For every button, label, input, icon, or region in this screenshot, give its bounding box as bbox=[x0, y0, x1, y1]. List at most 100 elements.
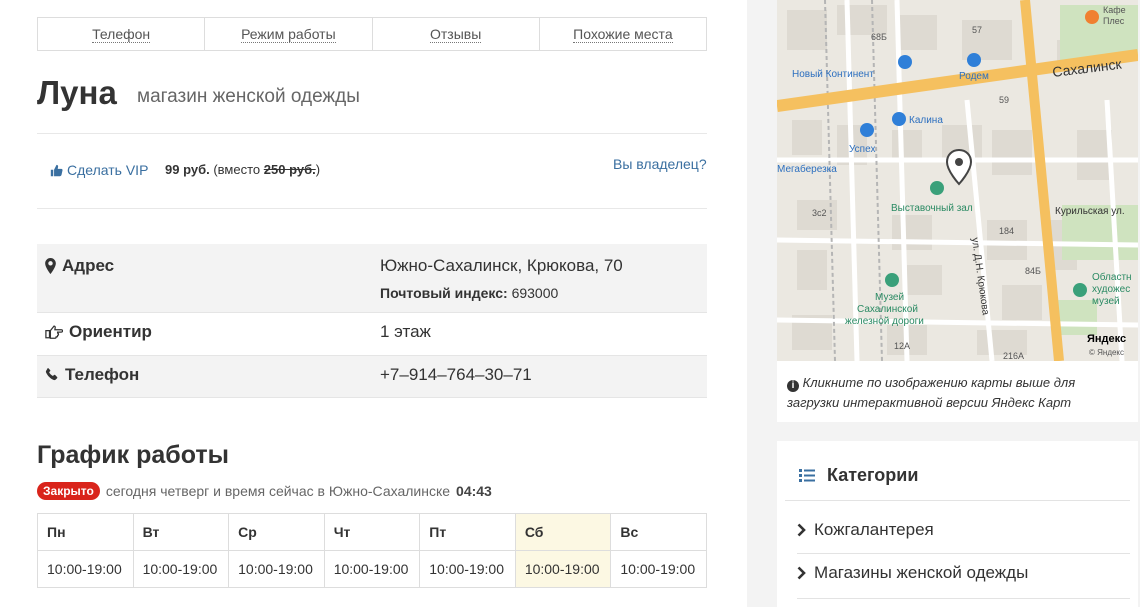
categories-panel: Категории Кожгалантерея Магазины женской… bbox=[777, 441, 1138, 607]
day-fri: Пт bbox=[419, 513, 516, 551]
landmark-row: Ориентир 1 этаж bbox=[37, 313, 707, 356]
tab-working-hours-label: Режим работы bbox=[241, 25, 336, 43]
hours-mon: 10:00-19:00 bbox=[37, 550, 134, 588]
map-label-57: 57 bbox=[972, 25, 982, 35]
map-label-kalina: Калина bbox=[909, 115, 943, 126]
landmark-label: Ориентир bbox=[37, 322, 380, 355]
day-sun: Вс bbox=[610, 513, 707, 551]
map-label-3c2: 3с2 bbox=[812, 208, 827, 218]
make-vip-label: Сделать VIP bbox=[67, 162, 149, 178]
day-mon: Пн bbox=[37, 513, 134, 551]
vip-price-value: 99 руб. bbox=[165, 162, 210, 177]
address-row: Адрес Южно-Сахалинск, Крюкова, 70 Почтов… bbox=[37, 244, 707, 313]
phone-value[interactable]: +7–914–764–30–71 bbox=[380, 365, 532, 397]
schedule-table: Пн Вт Ср Чт Пт Сб Вс 10:00-19:00 10:00-1… bbox=[37, 513, 707, 588]
map-label-68b: 68Б bbox=[871, 32, 887, 42]
schedule-hours-row: 10:00-19:00 10:00-19:00 10:00-19:00 10:0… bbox=[37, 550, 707, 588]
address-label-text: Адрес bbox=[62, 256, 115, 275]
map-label-rodem: Родем bbox=[959, 71, 989, 82]
map-label-216a: 216А bbox=[1003, 351, 1024, 361]
page-title: Луна bbox=[37, 74, 117, 111]
vip-price: 99 руб. (вместо 250 руб.) bbox=[165, 162, 320, 177]
landmark-label-text: Ориентир bbox=[69, 322, 152, 341]
day-sat: Сб bbox=[514, 513, 612, 551]
divider bbox=[797, 598, 1130, 599]
address-value-block: Южно-Сахалинск, Крюкова, 70 Почтовый инд… bbox=[380, 256, 623, 312]
tab-reviews-label: Отзывы bbox=[429, 25, 482, 43]
vip-instead-prefix: (вместо bbox=[213, 162, 261, 177]
tab-similar-places[interactable]: Похожие места bbox=[540, 18, 706, 50]
phone-row: Телефон +7–914–764–30–71 bbox=[37, 356, 707, 398]
map-label-cafe: Кафе bbox=[1103, 5, 1126, 15]
day-tue: Вт bbox=[132, 513, 230, 551]
schedule-days-row: Пн Вт Ср Чт Пт Сб Вс bbox=[37, 513, 707, 551]
map-label-uspekh: Успех bbox=[849, 144, 875, 155]
phone-label: Телефон bbox=[37, 365, 380, 397]
hours-thu: 10:00-19:00 bbox=[323, 550, 421, 588]
divider bbox=[37, 133, 707, 134]
map-label-museum-rail-1: Музей bbox=[875, 292, 904, 303]
hours-sat: 10:00-19:00 bbox=[514, 550, 612, 588]
chevron-right-icon bbox=[797, 523, 806, 537]
postal-code: Почтовый индекс: 693000 bbox=[380, 285, 623, 301]
day-thu: Чт bbox=[323, 513, 421, 551]
chevron-right-icon bbox=[797, 566, 806, 580]
day-wed: Ср bbox=[228, 513, 325, 551]
address-value: Южно-Сахалинск, Крюкова, 70 bbox=[380, 256, 623, 275]
map-label-art-museum-1: Областн bbox=[1092, 271, 1132, 283]
map-note: i Кликните по изображению карты выше для… bbox=[777, 361, 1138, 422]
map-label-12a: 12А bbox=[894, 341, 910, 351]
map-label-184: 184 bbox=[999, 226, 1014, 236]
tab-working-hours[interactable]: Режим работы bbox=[205, 18, 373, 50]
map-label-new-continent: Новый Континент bbox=[792, 69, 874, 80]
make-vip-link[interactable]: Сделать VIP bbox=[50, 162, 148, 178]
schedule-title: График работы bbox=[37, 441, 229, 469]
map-label-exhibition: Выставочный зал bbox=[891, 203, 973, 214]
map-label-cafe-2: Плес bbox=[1103, 16, 1125, 26]
section-tabs: Телефон Режим работы Отзывы Похожие мест… bbox=[37, 17, 707, 51]
map-label-59: 59 bbox=[999, 95, 1009, 105]
category-item-label: Кожгалантерея bbox=[814, 520, 934, 539]
map-canvas: Новый Континент Родем Калина Успех Мегаб… bbox=[777, 0, 1138, 361]
tab-phone[interactable]: Телефон bbox=[38, 18, 206, 50]
owner-link[interactable]: Вы владелец? bbox=[613, 156, 707, 172]
map-label-museum-rail-2: Сахалинской bbox=[857, 304, 918, 315]
vip-old-price: 250 руб. bbox=[263, 162, 316, 177]
tab-phone-label: Телефон bbox=[92, 25, 151, 43]
map-label-84b: 84Б bbox=[1025, 266, 1041, 276]
hand-pointing-icon bbox=[45, 325, 63, 339]
phone-label-text: Телефон bbox=[65, 365, 140, 384]
map-image[interactable]: Новый Континент Родем Калина Успех Мегаб… bbox=[777, 0, 1138, 361]
divider bbox=[37, 208, 707, 209]
map-label-megaberezka: Мегаберезка bbox=[777, 163, 837, 175]
hours-fri: 10:00-19:00 bbox=[419, 550, 516, 588]
map-label-copyright: © Яндекс bbox=[1089, 348, 1124, 357]
info-table: Адрес Южно-Сахалинск, Крюкова, 70 Почтов… bbox=[37, 244, 707, 398]
category-item-leather-goods[interactable]: Кожгалантерея bbox=[797, 520, 934, 540]
closed-badge: Закрыто bbox=[37, 482, 100, 500]
thumbs-up-icon bbox=[50, 164, 63, 176]
map-label-kurilskaya: Курильская ул. bbox=[1055, 206, 1125, 217]
landmark-value: 1 этаж bbox=[380, 322, 431, 341]
tab-similar-places-label: Похожие места bbox=[573, 25, 673, 43]
place-category: магазин женской одежды bbox=[137, 86, 360, 107]
map-label-museum-rail-3: железной дороги bbox=[845, 316, 924, 327]
divider bbox=[797, 553, 1130, 554]
tab-reviews[interactable]: Отзывы bbox=[373, 18, 540, 50]
hours-sun: 10:00-19:00 bbox=[610, 550, 707, 588]
map-note-text: Кликните по изображению карты выше для з… bbox=[787, 375, 1076, 410]
map-label-art-museum-2: художес bbox=[1092, 284, 1130, 295]
hours-wed: 10:00-19:00 bbox=[228, 550, 325, 588]
categories-header: Категории bbox=[785, 450, 1130, 501]
vip-instead-suffix: ) bbox=[315, 162, 321, 177]
schedule-status: Закрыто сегодня четверг и время сейчас в… bbox=[37, 482, 492, 500]
category-item-label: Магазины женской одежды bbox=[814, 563, 1029, 582]
categories-title: Категории bbox=[827, 464, 919, 485]
info-icon: i bbox=[787, 380, 799, 392]
list-icon bbox=[799, 468, 815, 482]
postal-label: Почтовый индекс: bbox=[380, 285, 508, 301]
category-item-womens-clothing[interactable]: Магазины женской одежды bbox=[797, 563, 1028, 583]
postal-value: 693000 bbox=[511, 285, 559, 301]
map-label-yandex: Яндекс bbox=[1087, 333, 1126, 345]
status-text: сегодня четверг и время сейчас в Южно-Са… bbox=[105, 483, 451, 499]
